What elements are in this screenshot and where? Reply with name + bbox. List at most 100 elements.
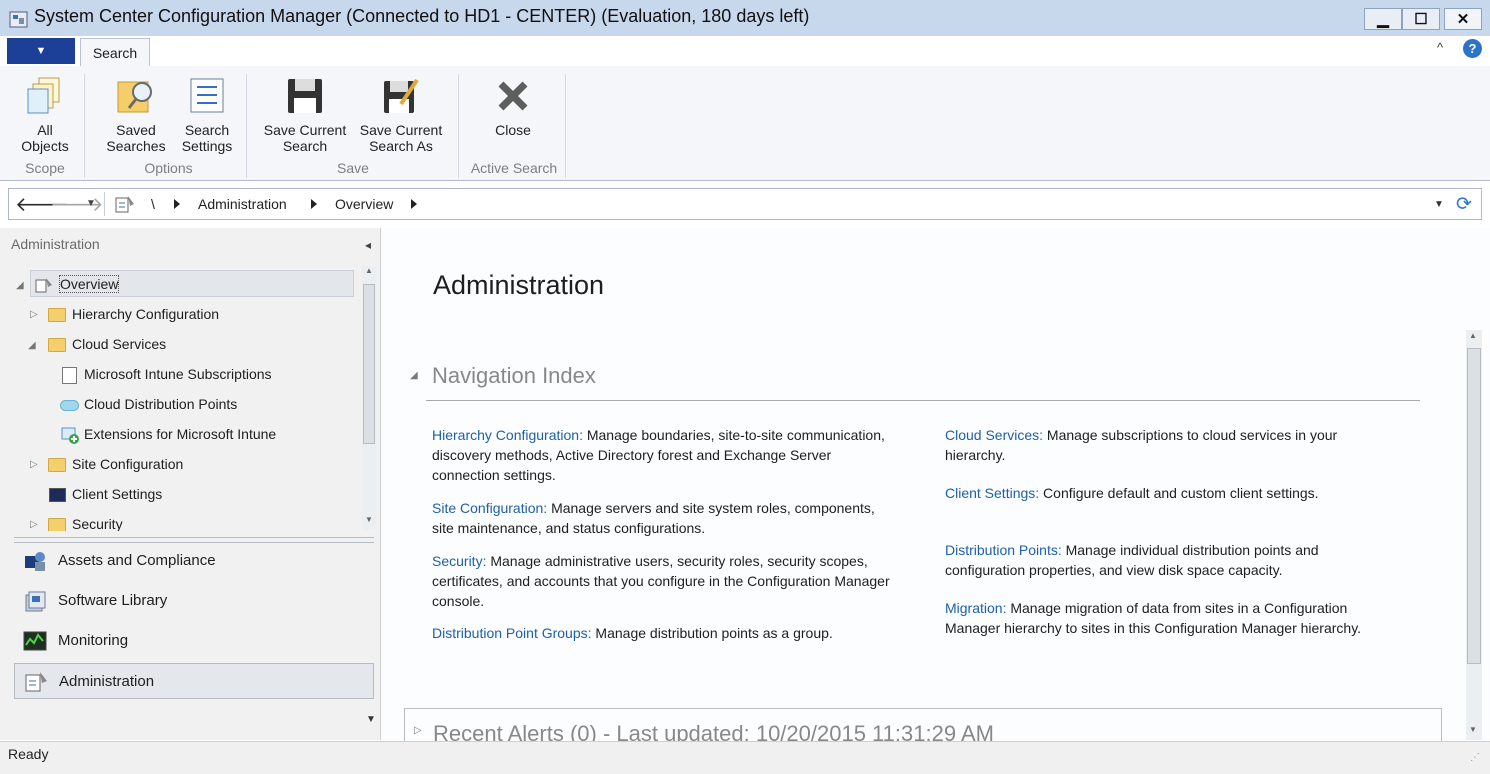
help-icon[interactable]: ? bbox=[1463, 39, 1482, 58]
tree-item-label: Extensions for Microsoft Intune bbox=[84, 426, 277, 442]
navigation-index-title[interactable]: Navigation Index bbox=[432, 363, 596, 389]
tree-item-cloud-services[interactable]: Cloud Services bbox=[48, 333, 166, 355]
extension-icon bbox=[61, 427, 79, 444]
status-bar bbox=[0, 741, 1490, 774]
folder-icon bbox=[48, 338, 66, 353]
collapse-pane-icon[interactable]: ◂ bbox=[365, 238, 371, 252]
nav-entry-description: Configure default and custom client sett… bbox=[1039, 485, 1319, 501]
breadcrumb-separator-icon[interactable] bbox=[311, 199, 317, 209]
section-divider bbox=[426, 400, 1420, 401]
page-title: Administration bbox=[433, 270, 605, 300]
link-cloud-services[interactable]: Cloud Services: bbox=[945, 427, 1043, 443]
resize-grip-icon[interactable]: ⋰ bbox=[1470, 752, 1480, 763]
computer-icon bbox=[49, 488, 66, 503]
link-distribution-points[interactable]: Distribution Points: bbox=[945, 542, 1062, 558]
administration-icon bbox=[24, 671, 48, 693]
link-client-settings[interactable]: Client Settings: bbox=[945, 485, 1039, 501]
expanded-arrow-icon[interactable]: ◢ bbox=[28, 340, 36, 351]
workspace-monitoring[interactable]: Monitoring bbox=[14, 623, 374, 659]
workspace-label: Monitoring bbox=[58, 632, 129, 649]
main-scroll-thumb[interactable] bbox=[1467, 348, 1481, 664]
saved-searches-icon bbox=[116, 76, 156, 116]
save-current-search-button[interactable]: Save Current Search bbox=[258, 76, 352, 154]
breadcrumb-separator-icon[interactable] bbox=[411, 199, 417, 209]
expand-section-icon[interactable]: ▷ bbox=[414, 725, 422, 736]
close-x-icon bbox=[493, 76, 533, 116]
breadcrumb-root[interactable]: \ bbox=[151, 196, 155, 212]
tree-item-extensions-intune[interactable]: Extensions for Microsoft Intune bbox=[61, 423, 276, 445]
scroll-down-icon[interactable]: ▼ bbox=[1469, 725, 1477, 734]
breadcrumb-administration[interactable]: Administration bbox=[198, 196, 287, 212]
group-scope-label: Scope bbox=[25, 160, 65, 176]
link-security[interactable]: Security: bbox=[432, 553, 486, 569]
assets-compliance-icon bbox=[23, 550, 47, 572]
recent-alerts-section[interactable]: ▷ Recent Alerts (0) - Last updated: 10/2… bbox=[404, 708, 1442, 741]
save-current-search-label: Save Current Search bbox=[263, 122, 347, 154]
minimize-icon: ▁ bbox=[1377, 11, 1389, 28]
tree-item-label: Security bbox=[72, 516, 123, 531]
scroll-down-icon[interactable]: ▼ bbox=[365, 515, 373, 524]
nav-entry-security: Security: Manage administrative users, s… bbox=[432, 551, 902, 611]
link-site-configuration[interactable]: Site Configuration: bbox=[432, 500, 547, 516]
scroll-up-icon[interactable]: ▲ bbox=[365, 266, 373, 275]
collapse-section-icon[interactable]: ◢ bbox=[410, 370, 418, 381]
workspace-administration[interactable]: Administration bbox=[14, 663, 374, 699]
all-objects-label: All Objects bbox=[21, 122, 69, 154]
group-divider bbox=[565, 74, 566, 178]
tree-item-security[interactable]: Security bbox=[48, 513, 123, 531]
history-dropdown-icon[interactable]: ▼ bbox=[86, 198, 96, 209]
tree-scroll-thumb[interactable] bbox=[363, 284, 375, 444]
save-current-search-as-label: Save Current Search As bbox=[359, 122, 443, 154]
chevron-down-icon: ▼ bbox=[35, 45, 47, 57]
nav-entry-site-configuration: Site Configuration: Manage servers and s… bbox=[432, 498, 892, 538]
workspace-overflow-icon[interactable]: ▼ bbox=[366, 714, 376, 725]
workspace-software-library[interactable]: Software Library bbox=[14, 583, 374, 619]
link-migration[interactable]: Migration: bbox=[945, 600, 1006, 616]
group-active-search-label: Active Search bbox=[470, 160, 558, 176]
all-objects-icon bbox=[25, 76, 65, 116]
tree-item-cloud-distribution-points[interactable]: Cloud Distribution Points bbox=[60, 393, 237, 415]
nav-entry-distribution-points: Distribution Points: Manage individual d… bbox=[945, 540, 1385, 580]
admin-location-icon bbox=[114, 194, 136, 214]
search-settings-button[interactable]: Search Settings bbox=[176, 76, 238, 154]
recent-alerts-title: Recent Alerts (0) - Last updated: 10/20/… bbox=[433, 721, 994, 741]
address-dropdown-icon[interactable]: ▼ bbox=[1434, 199, 1444, 210]
expanded-arrow-icon[interactable]: ◢ bbox=[16, 280, 24, 291]
collapsed-arrow-icon[interactable]: ▷ bbox=[30, 309, 38, 320]
collapsed-arrow-icon[interactable]: ▷ bbox=[30, 459, 38, 470]
maximize-button[interactable]: ☐ bbox=[1402, 8, 1440, 30]
tree-item-intune-subscriptions[interactable]: Microsoft Intune Subscriptions bbox=[62, 363, 272, 385]
all-objects-button[interactable]: All Objects bbox=[14, 76, 76, 154]
search-settings-icon bbox=[187, 76, 227, 116]
nav-entry-description: Manage migration of data from sites in a… bbox=[945, 600, 1362, 636]
refresh-icon[interactable]: ⟳ bbox=[1456, 193, 1472, 216]
save-current-search-as-button[interactable]: Save Current Search As bbox=[354, 76, 448, 154]
close-window-button[interactable]: ✕ bbox=[1444, 8, 1482, 30]
saved-searches-button[interactable]: Saved Searches bbox=[99, 76, 173, 154]
folder-icon bbox=[48, 458, 66, 473]
tree-item-site-configuration[interactable]: Site Configuration bbox=[48, 453, 183, 475]
ribbon-tab-row bbox=[0, 36, 1490, 67]
collapse-ribbon-icon[interactable]: ^ bbox=[1437, 40, 1443, 55]
tab-search[interactable]: Search bbox=[80, 38, 150, 67]
scroll-up-icon[interactable]: ▲ bbox=[1469, 331, 1477, 340]
file-menu-button[interactable]: ▼ bbox=[7, 38, 75, 64]
link-distribution-point-groups[interactable]: Distribution Point Groups: bbox=[432, 625, 592, 641]
tree-item-label: Site Configuration bbox=[72, 456, 184, 472]
tree-item-label: Hierarchy Configuration bbox=[72, 306, 220, 322]
minimize-button[interactable]: ▁ bbox=[1364, 8, 1402, 30]
close-search-label: Close bbox=[495, 122, 531, 138]
folder-icon bbox=[48, 518, 66, 531]
workspace-assets-and-compliance[interactable]: Assets and Compliance bbox=[14, 543, 374, 579]
tree-item-client-settings[interactable]: Client Settings bbox=[49, 483, 162, 505]
nav-entry-description: Manage distribution points as a group. bbox=[591, 625, 833, 641]
monitoring-icon bbox=[23, 630, 47, 652]
nav-entry-migration: Migration: Manage migration of data from… bbox=[945, 598, 1400, 638]
tree-item-label: Cloud Distribution Points bbox=[84, 396, 238, 412]
tree-item-overview[interactable]: Overview bbox=[35, 273, 120, 295]
breadcrumb-overview[interactable]: Overview bbox=[335, 196, 393, 212]
close-search-button[interactable]: Close bbox=[482, 76, 544, 138]
breadcrumb-separator-icon[interactable] bbox=[174, 199, 180, 209]
tree-item-hierarchy-configuration[interactable]: Hierarchy Configuration bbox=[48, 303, 219, 325]
link-hierarchy-configuration[interactable]: Hierarchy Configuration: bbox=[432, 427, 583, 443]
